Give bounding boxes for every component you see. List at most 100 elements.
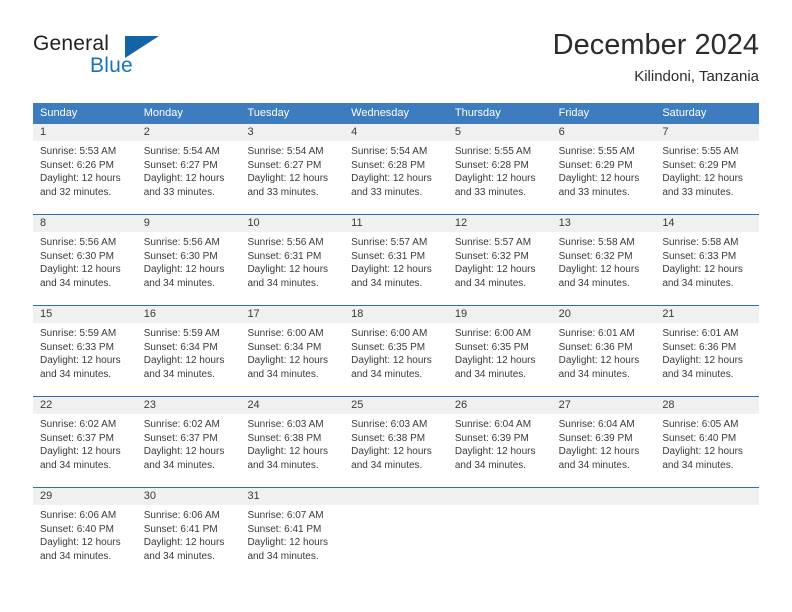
day-daylight-line1-text: Daylight: 12 hours: [40, 537, 121, 549]
day-cell[interactable]: Sunrise: 6:01 AM Sunset: 6:36 PM Daylight:…: [552, 323, 656, 396]
day-cell[interactable]: Sunrise: 5:59 AM Sunset: 6:33 PM Daylight:…: [33, 323, 137, 396]
day-cell[interactable]: Sunrise: 5:56 AM Sunset: 6:30 PM Daylight:…: [33, 232, 137, 305]
day-number[interactable]: 8: [33, 215, 137, 232]
day-number[interactable]: 30: [137, 488, 241, 505]
day-number[interactable]: 15: [33, 306, 137, 323]
day-sunrise-text: Sunrise: 6:06 AM: [143, 510, 220, 521]
day-number[interactable]: 25: [344, 397, 448, 414]
day-cell[interactable]: Sunrise: 5:54 AM Sunset: 6:27 PM Daylight:…: [137, 141, 241, 214]
day-cell[interactable]: Sunrise: 5:58 AM Sunset: 6:33 PM Daylight:…: [655, 232, 759, 305]
day-cell[interactable]: Sunrise: 6:02 AM Sunset: 6:37 PM Daylight:…: [33, 414, 137, 487]
day-sunrise-text: Sunrise: 5:58 AM: [558, 237, 635, 248]
day-number[interactable]: 10: [240, 215, 344, 232]
day-cell[interactable]: Sunrise: 5:57 AM Sunset: 6:31 PM Daylight:…: [344, 232, 448, 305]
day-daylight-line2-text: and 34 minutes.: [40, 277, 112, 289]
day-number[interactable]: 2: [137, 124, 241, 141]
day-cell[interactable]: Sunrise: 5:53 AM Sunset: 6:26 PM Daylight:…: [33, 141, 137, 214]
day-cell[interactable]: Sunrise: 6:02 AM Sunset: 6:37 PM Daylight:…: [137, 414, 241, 487]
day-cell[interactable]: Sunrise: 5:56 AM Sunset: 6:30 PM Daylight:…: [137, 232, 241, 305]
general-blue-logo[interactable]: General Blue: [33, 32, 233, 88]
logo-text-blue: Blue: [90, 54, 133, 77]
day-number[interactable]: 3: [240, 124, 344, 141]
day-number[interactable]: 13: [552, 215, 656, 232]
day-cell[interactable]: Sunrise: 5:55 AM Sunset: 6:29 PM Daylight:…: [655, 141, 759, 214]
week-row: 29 30 31 Sunrise: 6:06 AM Sunset: 6:40 PM Day…: [33, 487, 759, 578]
day-sunset-text: Sunset: 6:38 PM: [351, 432, 426, 444]
day-cell[interactable]: [448, 505, 552, 578]
day-number[interactable]: 17: [240, 306, 344, 323]
day-cell[interactable]: Sunrise: 6:06 AM Sunset: 6:41 PM Daylight:…: [137, 505, 241, 578]
day-cell[interactable]: Sunrise: 6:01 AM Sunset: 6:36 PM Daylight:…: [655, 323, 759, 396]
day-cell[interactable]: Sunrise: 5:54 AM Sunset: 6:28 PM Daylight:…: [344, 141, 448, 214]
day-cell[interactable]: Sunrise: 5:54 AM Sunset: 6:27 PM Daylight:…: [240, 141, 344, 214]
day-cell[interactable]: [552, 505, 656, 578]
day-number[interactable]: 6: [552, 124, 656, 141]
day-number[interactable]: 31: [240, 488, 344, 505]
day-sunset-text: Sunset: 6:41 PM: [143, 523, 218, 535]
day-sunset-text: Sunset: 6:34 PM: [143, 341, 218, 353]
day-daylight-line1-text: Daylight: 12 hours: [143, 173, 225, 185]
day-detail-band: Sunrise: 5:53 AM Sunset: 6:26 PM Daylight:…: [33, 141, 759, 214]
day-number[interactable]: 1: [33, 124, 137, 141]
day-daylight-line2-text: and 34 minutes.: [40, 459, 112, 471]
day-cell[interactable]: Sunrise: 6:07 AM Sunset: 6:41 PM Daylight:…: [240, 505, 344, 578]
day-number[interactable]: 26: [448, 397, 552, 414]
day-number[interactable]: 9: [137, 215, 241, 232]
calendar-weeks: 1 2 3 4 5 6 7 Sunrise: 5:53 AM Sunset: 6:26 PM Da…: [33, 124, 759, 578]
day-cell[interactable]: Sunrise: 6:05 AM Sunset: 6:40 PM Daylight:…: [655, 414, 759, 487]
day-cell[interactable]: Sunrise: 5:59 AM Sunset: 6:34 PM Daylight:…: [137, 323, 241, 396]
day-daylight-line1-text: Daylight: 12 hours: [558, 173, 640, 185]
day-sunset-text: Sunset: 6:40 PM: [40, 523, 114, 535]
day-number[interactable]: 12: [448, 215, 552, 232]
day-number[interactable]: 16: [137, 306, 241, 323]
day-number[interactable]: 22: [33, 397, 137, 414]
day-sunrise-text: Sunrise: 5:55 AM: [558, 146, 635, 157]
day-cell[interactable]: Sunrise: 5:56 AM Sunset: 6:31 PM Daylight:…: [240, 232, 344, 305]
day-daylight-line1-text: Daylight: 12 hours: [662, 446, 743, 458]
day-daylight-line1-text: Daylight: 12 hours: [247, 173, 329, 185]
day-number[interactable]: 23: [137, 397, 241, 414]
day-daylight-line1-text: Daylight: 12 hours: [351, 446, 432, 458]
day-sunrise-text: Sunrise: 5:57 AM: [351, 237, 428, 248]
day-number[interactable]: 14: [655, 215, 759, 232]
day-sunset-text: Sunset: 6:32 PM: [558, 250, 633, 262]
day-number[interactable]: 28: [655, 397, 759, 414]
day-cell[interactable]: Sunrise: 6:03 AM Sunset: 6:38 PM Daylight:…: [344, 414, 448, 487]
day-daylight-line1-text: Daylight: 12 hours: [351, 173, 432, 185]
day-cell[interactable]: Sunrise: 5:55 AM Sunset: 6:29 PM Daylight:…: [552, 141, 656, 214]
day-cell[interactable]: Sunrise: 6:00 AM Sunset: 6:34 PM Daylight:…: [240, 323, 344, 396]
day-number[interactable]: 20: [552, 306, 656, 323]
day-number[interactable]: 24: [240, 397, 344, 414]
day-number[interactable]: 29: [33, 488, 137, 505]
day-cell[interactable]: Sunrise: 5:57 AM Sunset: 6:32 PM Daylight:…: [448, 232, 552, 305]
day-daylight-line1-text: Daylight: 12 hours: [247, 537, 329, 549]
day-cell[interactable]: Sunrise: 6:04 AM Sunset: 6:39 PM Daylight:…: [552, 414, 656, 487]
day-number-band: 22 23 24 25 26 27 28: [33, 397, 759, 414]
day-cell[interactable]: Sunrise: 6:03 AM Sunset: 6:38 PM Daylight:…: [240, 414, 344, 487]
day-number[interactable]: 7: [655, 124, 759, 141]
day-number[interactable]: 4: [344, 124, 448, 141]
day-cell[interactable]: [344, 505, 448, 578]
day-number[interactable]: 27: [552, 397, 656, 414]
day-number[interactable]: 18: [344, 306, 448, 323]
day-cell[interactable]: Sunrise: 5:55 AM Sunset: 6:28 PM Daylight:…: [448, 141, 552, 214]
day-number[interactable]: [552, 488, 656, 505]
day-cell[interactable]: Sunrise: 6:06 AM Sunset: 6:40 PM Daylight:…: [33, 505, 137, 578]
day-daylight-line1-text: Daylight: 12 hours: [558, 264, 640, 276]
day-daylight-line2-text: and 34 minutes.: [351, 277, 423, 289]
day-number[interactable]: 19: [448, 306, 552, 323]
day-sunset-text: Sunset: 6:32 PM: [454, 250, 529, 262]
day-cell[interactable]: Sunrise: 6:00 AM Sunset: 6:35 PM Daylight:…: [344, 323, 448, 396]
day-number[interactable]: 11: [344, 215, 448, 232]
day-number[interactable]: 5: [448, 124, 552, 141]
day-cell[interactable]: [655, 505, 759, 578]
day-cell[interactable]: Sunrise: 5:58 AM Sunset: 6:32 PM Daylight:…: [552, 232, 656, 305]
day-number[interactable]: [344, 488, 448, 505]
day-number[interactable]: 21: [655, 306, 759, 323]
day-sunrise-text: Sunrise: 6:03 AM: [351, 419, 428, 430]
day-number[interactable]: [448, 488, 552, 505]
day-number[interactable]: [655, 488, 759, 505]
day-cell[interactable]: Sunrise: 6:04 AM Sunset: 6:39 PM Daylight:…: [448, 414, 552, 487]
day-cell[interactable]: Sunrise: 6:00 AM Sunset: 6:35 PM Daylight:…: [448, 323, 552, 396]
day-sunrise-text: Sunrise: 5:57 AM: [454, 237, 532, 248]
